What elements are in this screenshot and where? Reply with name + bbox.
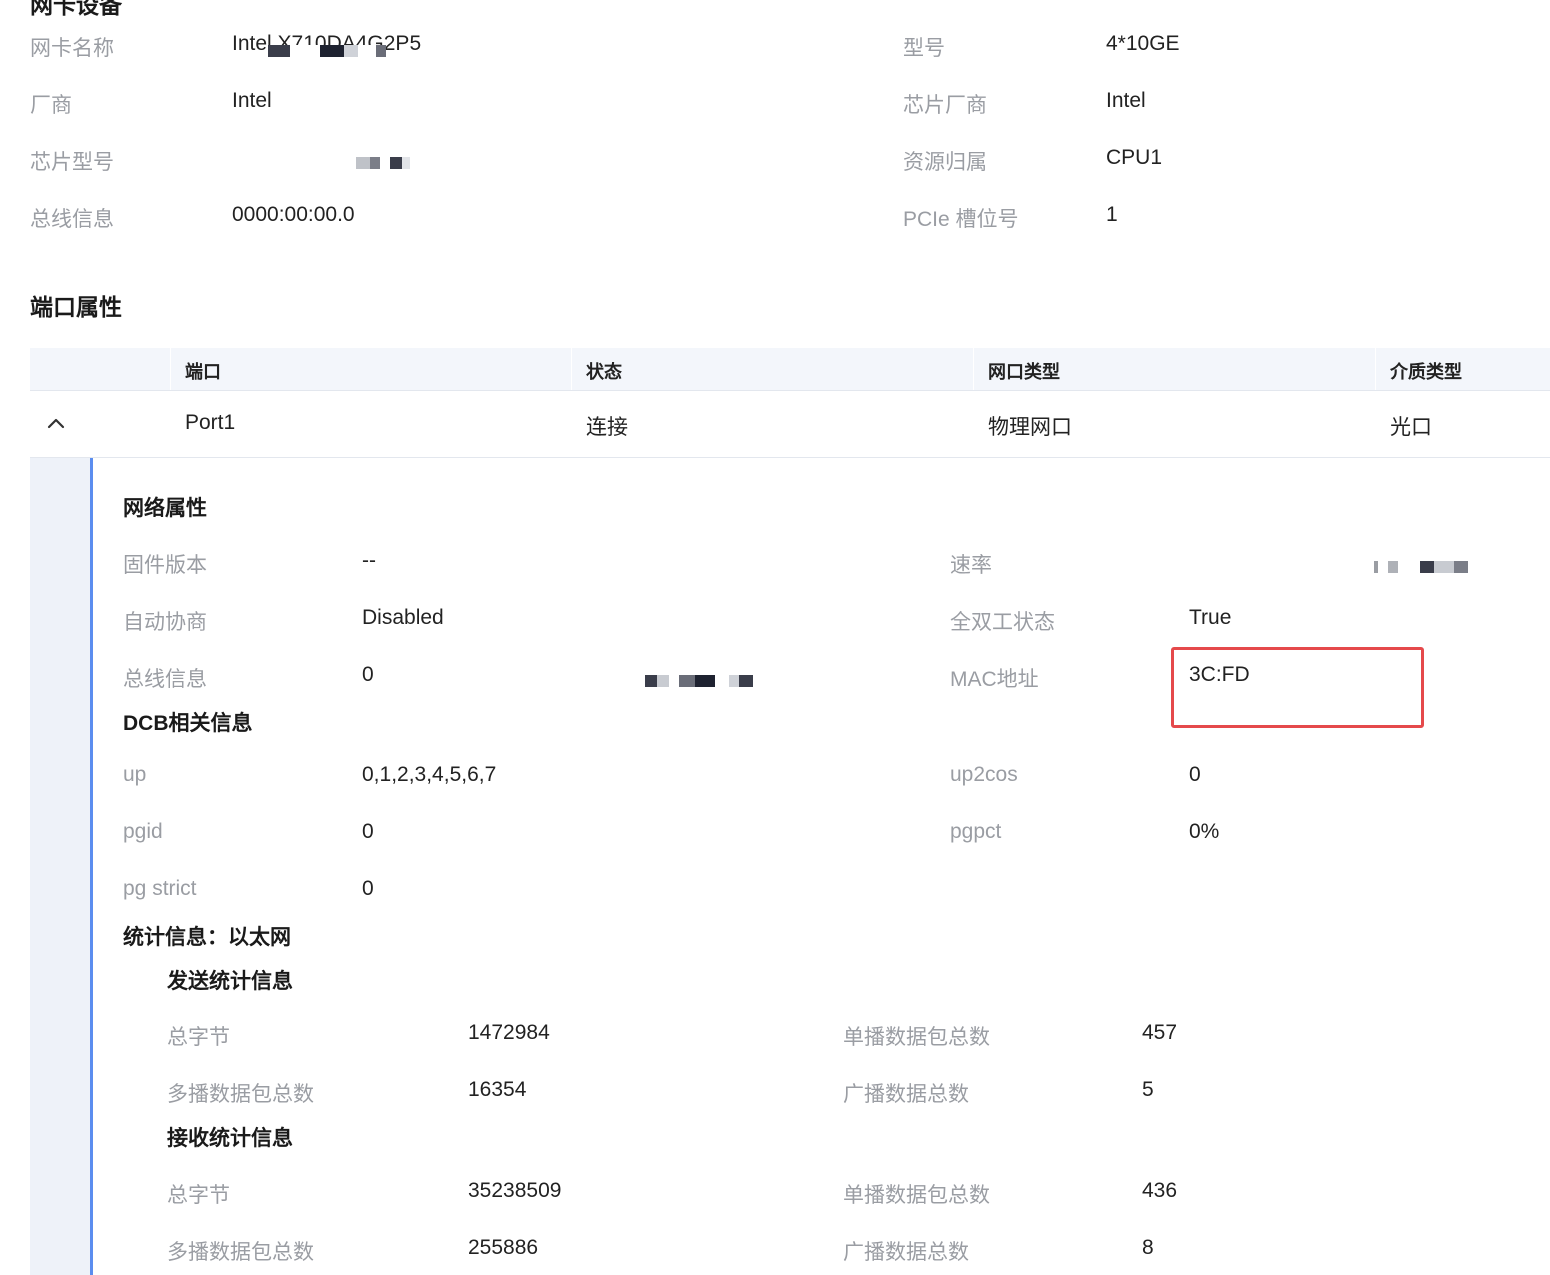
field-label-chip-model: 芯片型号 <box>30 151 114 174</box>
redaction-mosaic <box>268 42 386 60</box>
field-value-tx-broadcast: 5 <box>1142 1078 1154 1101</box>
expanded-row-gutter <box>30 458 90 1275</box>
column-header-status: 状态 <box>586 362 622 382</box>
field-value-chip-vendor: Intel <box>1106 89 1146 112</box>
column-divider <box>571 348 572 390</box>
section-title-stats: 统计信息：以太网 <box>123 926 291 949</box>
field-value-tx-multicast: 16354 <box>468 1078 527 1101</box>
field-value-pgpct: 0% <box>1189 820 1220 843</box>
cell-port: Port1 <box>185 411 236 434</box>
field-label-pg-strict: pg strict <box>123 877 197 900</box>
ports-table-header: 端口 状态 网口类型 介质类型 <box>30 348 1550 391</box>
field-label-pcie-slot: PCIe 槽位号 <box>903 208 1019 231</box>
cell-status: 连接 <box>586 416 628 439</box>
field-value-full-duplex: True <box>1189 606 1232 629</box>
section-title-device: 网卡设备 <box>30 0 122 18</box>
column-header-port: 端口 <box>185 362 221 382</box>
field-label-tx-multicast: 多播数据包总数 <box>167 1083 314 1106</box>
section-title-ports: 端口属性 <box>30 294 122 320</box>
field-label-up2cos: up2cos <box>950 763 1018 786</box>
field-label-vendor: 厂商 <box>30 94 72 117</box>
field-label-autoneg: 自动协商 <box>123 611 207 634</box>
field-label-resource-owner: 资源归属 <box>903 151 987 174</box>
field-value-tx-bytes: 1472984 <box>468 1021 550 1044</box>
field-value-model: 4*10GE <box>1106 32 1180 55</box>
column-divider <box>170 348 171 390</box>
field-label-mac: MAC地址 <box>950 668 1039 691</box>
field-label-rx-multicast: 多播数据包总数 <box>167 1241 314 1264</box>
column-divider <box>973 348 974 390</box>
field-label-firmware: 固件版本 <box>123 554 207 577</box>
field-value-rx-multicast: 255886 <box>468 1236 539 1259</box>
cell-port-type: 物理网口 <box>988 416 1072 439</box>
field-value-autoneg: Disabled <box>362 606 444 629</box>
redaction-mosaic <box>356 154 411 172</box>
field-label-tx-unicast: 单播数据包总数 <box>843 1026 990 1049</box>
mac-highlight-box <box>1171 647 1424 728</box>
field-label-chip-vendor: 芯片厂商 <box>903 94 987 117</box>
field-value-resource-owner: CPU1 <box>1106 146 1163 169</box>
field-value-bus-info: 0000:00:00.0 <box>232 203 355 226</box>
table-row[interactable]: Port1 连接 物理网口 光口 <box>30 391 1550 458</box>
column-divider <box>1375 348 1376 390</box>
field-value-up2cos: 0 <box>1189 763 1201 786</box>
field-label-pgpct: pgpct <box>950 820 1002 843</box>
field-value-pgid: 0 <box>362 820 374 843</box>
field-value-net-bus-info: 0 <box>362 663 374 686</box>
field-label-rx-bytes: 总字节 <box>167 1184 230 1207</box>
field-value-pg-strict: 0 <box>362 877 374 900</box>
field-value-rx-bytes: 35238509 <box>468 1179 562 1202</box>
field-value-firmware: -- <box>362 549 376 572</box>
field-value-vendor: Intel <box>232 89 272 112</box>
redaction-mosaic <box>645 672 754 690</box>
field-label-model: 型号 <box>903 37 945 60</box>
field-label-tx-broadcast: 广播数据总数 <box>843 1083 969 1106</box>
field-label-speed: 速率 <box>950 554 992 577</box>
field-label-tx-bytes: 总字节 <box>167 1026 230 1049</box>
field-value-rx-broadcast: 8 <box>1142 1236 1154 1259</box>
column-header-medium-type: 介质类型 <box>1390 362 1462 382</box>
field-value-up: 0,1,2,3,4,5,6,7 <box>362 763 497 786</box>
expanded-row-indicator <box>90 458 93 1275</box>
field-label-rx-unicast: 单播数据包总数 <box>843 1184 990 1207</box>
field-label-full-duplex: 全双工状态 <box>950 611 1055 634</box>
field-label-net-bus-info: 总线信息 <box>123 668 207 691</box>
field-label-rx-broadcast: 广播数据总数 <box>843 1241 969 1264</box>
cell-medium-type: 光口 <box>1390 416 1432 439</box>
section-title-network: 网络属性 <box>123 497 207 520</box>
chevron-up-icon[interactable] <box>46 415 66 431</box>
field-value-pcie-slot: 1 <box>1106 203 1118 226</box>
field-label-bus-info: 总线信息 <box>30 208 114 231</box>
field-value-rx-unicast: 436 <box>1142 1179 1178 1202</box>
field-label-up: up <box>123 763 147 786</box>
section-title-tx: 发送统计信息 <box>167 970 293 993</box>
redaction-mosaic <box>1373 558 1468 576</box>
field-value-tx-unicast: 457 <box>1142 1021 1178 1044</box>
section-title-rx: 接收统计信息 <box>167 1127 293 1150</box>
field-label-nic-name: 网卡名称 <box>30 37 114 60</box>
section-title-dcb: DCB相关信息 <box>123 712 253 735</box>
column-header-port-type: 网口类型 <box>988 362 1060 382</box>
field-label-pgid: pgid <box>123 820 163 843</box>
